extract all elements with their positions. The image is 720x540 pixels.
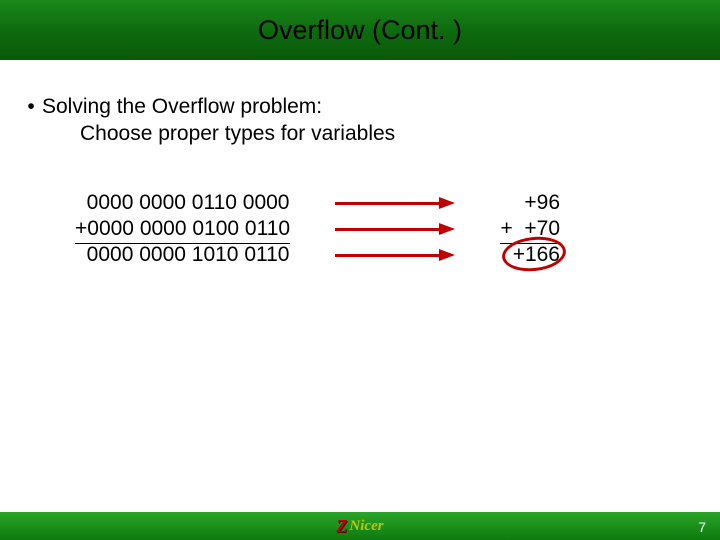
- page-number: 7: [698, 519, 706, 535]
- footer-bar: Z Nicer 7: [0, 512, 720, 540]
- logo-text: Nicer: [349, 518, 383, 535]
- slide-title: Overflow (Cont. ): [258, 15, 462, 46]
- slide: Overflow (Cont. ) • Solving the Overflow…: [0, 0, 720, 540]
- logo-z-icon: Z: [336, 516, 347, 537]
- arrow-icon: [335, 226, 455, 232]
- binary-row-3: 0000 0000 1010 0110: [75, 242, 290, 268]
- bullet-sub-text: Choose proper types for variables: [80, 122, 700, 146]
- bullet-main: • Solving the Overflow problem:: [20, 95, 700, 119]
- decimal-row-1: +96: [475, 190, 560, 216]
- binary-row-2: +0000 0000 0100 0110: [75, 216, 290, 242]
- arrow-icon: [335, 200, 455, 206]
- logo: Z Nicer: [336, 516, 383, 537]
- bullet-icon: •: [20, 95, 42, 119]
- title-bar: Overflow (Cont. ): [0, 0, 720, 60]
- bullet-main-text: Solving the Overflow problem:: [42, 95, 322, 119]
- binary-row-1: 0000 0000 0110 0000: [75, 190, 290, 216]
- body-content: • Solving the Overflow problem: Choose p…: [20, 95, 700, 146]
- binary-column: 0000 0000 0110 0000 +0000 0000 0100 0110…: [75, 190, 290, 268]
- arrow-icon: [335, 252, 455, 258]
